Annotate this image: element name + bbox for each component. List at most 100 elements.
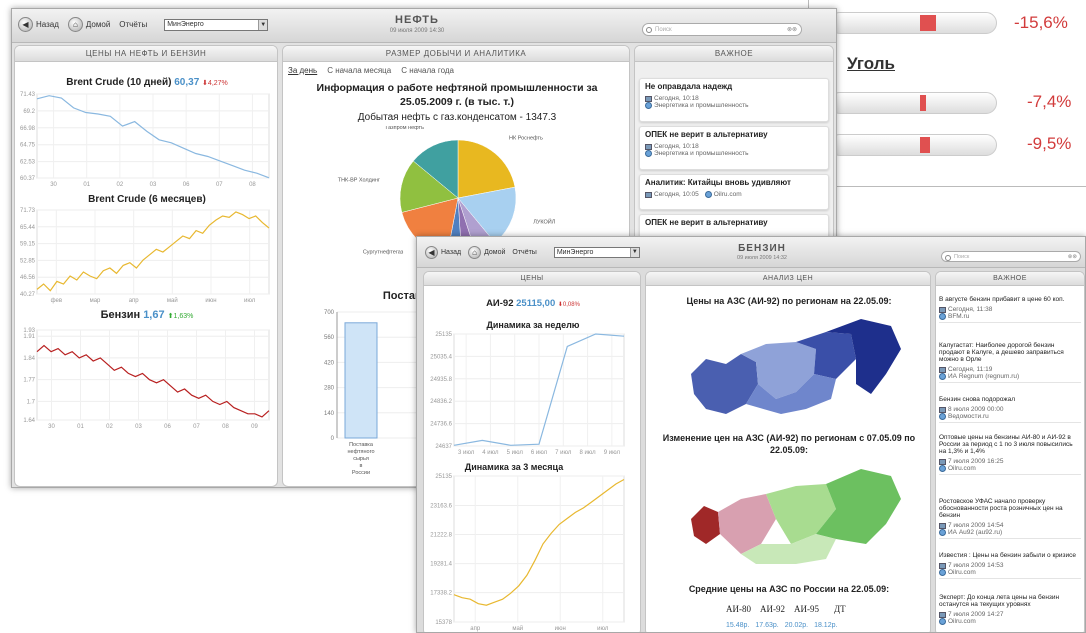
back-button[interactable]: Назад (441, 249, 461, 256)
x-tick-label: июл (244, 298, 256, 304)
y-tick-label: 23163.6 (430, 503, 452, 509)
reports-link[interactable]: Отчёты (512, 249, 536, 256)
plot-area (36, 329, 270, 421)
pie-label: НК Роснефть (509, 135, 543, 141)
coal-pct-1: -15,6% (1014, 13, 1068, 32)
x-tick-label: май (512, 625, 523, 632)
fuel-name: АИ-92 (760, 604, 785, 614)
calendar-icon (939, 406, 946, 413)
x-tick-label: 06 (164, 424, 171, 430)
news-item[interactable]: Известия : Цены на бензин забыли о кризи… (939, 550, 1081, 579)
y-tick-label: 560 (324, 335, 335, 341)
y-tick-label: 59.15 (20, 242, 36, 248)
x-tick-label: июн (555, 626, 566, 632)
map-region-west (691, 354, 758, 414)
news-item[interactable]: Эксперт: До конца лета цены на бензин ос… (939, 592, 1081, 627)
week-chart: 25135 25035.4 24935.8 24836.2 24736.6 24637 3 … (430, 332, 625, 456)
x-tick-label: 9 июл (604, 450, 621, 456)
calendar-icon (939, 522, 946, 529)
x-tick-label: апр (470, 626, 481, 632)
globe-icon (939, 529, 946, 536)
benzin-chart: 1.931.91 1.84 1.77 1.7 1.64 30 01 02 03 06 07 08 09 (23, 328, 270, 430)
week-title: Динамика за неделю (486, 320, 580, 330)
page-date: 09 июля 2009 14:32 (737, 255, 787, 261)
panel-header: ЦЕНЫ (424, 272, 640, 286)
x-tick-label: 30 (48, 424, 55, 430)
globe-icon (939, 569, 946, 576)
news-item[interactable]: В августе бензин прибавит в цене 60 коп.… (939, 294, 1081, 323)
globe-icon (939, 413, 946, 420)
clear-icon[interactable]: ⊗⊗ (787, 26, 797, 33)
month3-chart: 25135 23163.6 21222.8 19281.4 17338.2 15378 ап… (430, 474, 625, 632)
home-button[interactable]: Домой (484, 249, 505, 256)
home-button[interactable]: Домой (86, 20, 110, 29)
news-item[interactable]: ОПЕК не верит в альтернативу Сегодня, 10:… (639, 126, 829, 170)
tab-month[interactable]: С начала месяца (327, 66, 391, 75)
search-input[interactable]: Поиск ⊗⊗ (941, 251, 1081, 262)
globe-icon (704, 191, 712, 198)
fuel-name: АИ-80 (726, 604, 751, 614)
news-item[interactable]: Ростовское УФАС начало проверку обоснова… (939, 496, 1081, 539)
ministry-select[interactable]: МинЭнерго ▼ (553, 247, 640, 258)
y-tick-label: 1.84 (23, 356, 35, 362)
ministry-select[interactable]: МинЭнерго ▼ (164, 18, 269, 31)
y-tick-label: 60.37 (20, 176, 36, 182)
news-item[interactable]: Оптовые цены на бензины АИ-80 и АИ-92 в … (939, 432, 1081, 475)
benzin-toolbar: ◀ Назад ⌂ Домой Отчёты МинЭнерго ▼ БЕНЗИН… (417, 237, 1085, 268)
y-tick-label: 700 (324, 310, 335, 316)
y-tick-label: 25035.4 (430, 354, 452, 360)
x-tick-label: мар (90, 298, 101, 304)
x-tick-label: 01 (77, 424, 84, 430)
clear-icon[interactable]: ⊗⊗ (1068, 254, 1077, 260)
x-tick-label: 30 (50, 182, 57, 188)
y-tick-label: 24637 (435, 444, 452, 450)
tab-day[interactable]: За день (288, 66, 317, 75)
y-tick-label: 1.91 (23, 334, 35, 340)
back-arrow-icon[interactable]: ◀ (18, 17, 33, 32)
x-tick-label: 4 июл (482, 450, 499, 456)
y-tick-label: 1.77 (23, 378, 35, 384)
x-tick-label: 07 (216, 182, 223, 188)
y-tick-label: 1.7 (27, 399, 36, 405)
panel-header: ВАЖНОЕ (936, 272, 1084, 286)
series-line (453, 478, 625, 606)
home-icon[interactable]: ⌂ (67, 17, 83, 32)
page-date: 09 июля 2009 14:30 (389, 28, 445, 34)
globe-icon (939, 465, 946, 472)
y-tick-label: 69.2 (23, 109, 35, 115)
coal-bar-fill (920, 15, 936, 31)
tab-year[interactable]: С начала года (401, 66, 454, 75)
back-arrow-icon[interactable]: ◀ (425, 246, 438, 259)
brent10-chart: 71.43 69.2 66.98 64.75 62.53 60.37 30 01 02 03 06 0… (20, 92, 270, 188)
x-tick-label: 06 (183, 182, 190, 188)
x-tick-label: России (352, 470, 370, 476)
month3-title: Динамика за 3 месяца (464, 462, 564, 472)
x-tick-label: июл (597, 626, 609, 632)
news-item[interactable]: Бензин снова подорожал 8 июля 2009 00:00 В… (939, 394, 1081, 423)
oil-prices-panel: ЦЕНЫ НА НЕФТЬ И БЕНЗИН Brent Crude (10 д… (14, 45, 278, 487)
fuel-price: 15.48р. (726, 622, 750, 629)
news-item[interactable]: Калугастат: Наиболее дорогой бензин прод… (939, 340, 1081, 383)
y-tick-label: 25135 (435, 474, 452, 480)
x-tick-label: фев (51, 298, 62, 304)
search-input[interactable]: Поиск ⊗⊗ (642, 23, 802, 36)
home-icon[interactable]: ⌂ (468, 246, 482, 259)
x-tick-label: сырья (353, 456, 369, 462)
y-tick-label: 280 (324, 386, 335, 392)
calendar-icon (939, 562, 946, 569)
y-tick-label: 24736.6 (430, 422, 452, 428)
x-tick-label: 08 (249, 182, 256, 188)
calendar-icon (939, 611, 946, 618)
reports-link[interactable]: Отчёты (119, 20, 147, 29)
info-subtitle: Добытая нефть с газ.конденсатом - 1347.3 (357, 112, 557, 123)
news-item[interactable]: Не оправдала надежд Сегодня, 10:18 Энергет… (639, 78, 829, 122)
back-button[interactable]: Назад (36, 20, 59, 29)
y-tick-label: 71.73 (20, 208, 36, 214)
y-tick-label: 64.75 (20, 143, 36, 149)
benzin-news-panel: ВАЖНОЕ В августе бензин прибавит в цене … (935, 271, 1085, 632)
fuel-price: 18.12р. (814, 622, 838, 629)
news-item[interactable]: Аналитик: Китайцы вновь удивляют Сегодня,… (639, 174, 829, 210)
supply-bar-chart: 0 140 280 420 560 700 ПоставканефтяногосырьявР… (324, 310, 427, 476)
russia-change-map (691, 469, 901, 564)
y-tick-label: 17338.2 (430, 591, 452, 597)
